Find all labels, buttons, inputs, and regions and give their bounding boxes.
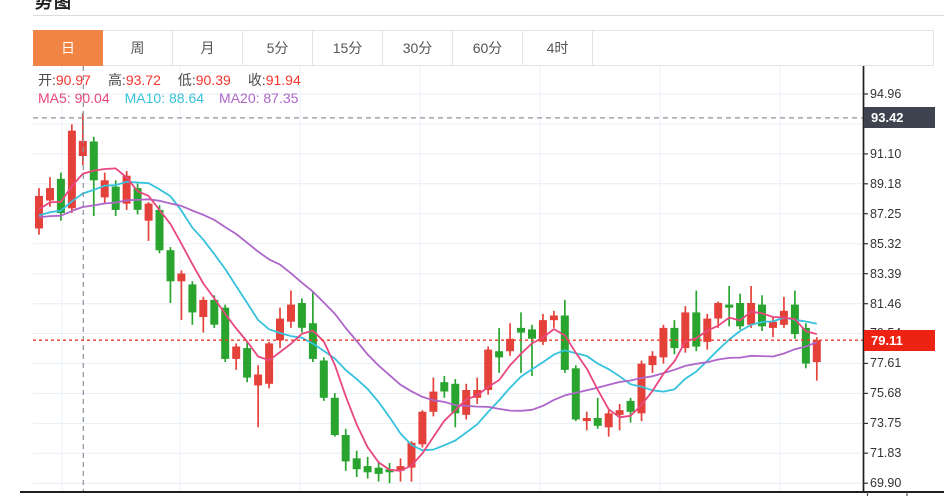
candle-body bbox=[177, 274, 185, 282]
price-tick-label: 83.39 bbox=[870, 266, 901, 282]
tab-4hour[interactable]: 4时 bbox=[523, 30, 593, 66]
ohlc-open: 开:90.97 bbox=[38, 70, 91, 90]
candle-body bbox=[495, 351, 503, 357]
candle-body bbox=[35, 196, 43, 229]
ma10-readout: MA10: 88.64 bbox=[125, 90, 204, 106]
candle-body bbox=[649, 356, 657, 365]
price-tick-label: 85.32 bbox=[870, 236, 901, 252]
candle-body bbox=[276, 319, 284, 341]
tabbar-filler bbox=[593, 30, 934, 66]
candle-body bbox=[605, 413, 613, 427]
ma5-readout: MA5: 90.04 bbox=[38, 90, 110, 106]
candle-body bbox=[309, 323, 317, 359]
candle-body bbox=[714, 303, 722, 319]
tab-30min[interactable]: 30分 bbox=[383, 30, 453, 66]
price-tick-label: 87.25 bbox=[870, 206, 901, 222]
candle-body bbox=[561, 316, 569, 370]
high-label: 高: bbox=[108, 72, 126, 88]
ma5-label: MA5: bbox=[38, 90, 71, 106]
candle-body bbox=[659, 328, 667, 358]
ohlc-high: 高:93.72 bbox=[108, 70, 161, 90]
candle-body bbox=[156, 210, 164, 250]
tab-60min[interactable]: 60分 bbox=[453, 30, 523, 66]
ma20-readout: MA20: 87.35 bbox=[219, 90, 298, 106]
candle-body bbox=[429, 392, 437, 412]
candle-body bbox=[331, 398, 339, 435]
candle-body bbox=[320, 361, 328, 398]
price-tick-label: 69.90 bbox=[870, 475, 901, 491]
candle-body bbox=[243, 348, 251, 378]
candle-body bbox=[298, 303, 306, 328]
low-value: 90.39 bbox=[196, 72, 231, 88]
candle-body bbox=[145, 204, 153, 221]
candle-body bbox=[90, 142, 98, 181]
high-value: 93.72 bbox=[126, 72, 161, 88]
candle-body bbox=[342, 435, 350, 461]
candle-body bbox=[670, 328, 678, 348]
candle-body bbox=[517, 328, 525, 333]
low-label: 低: bbox=[178, 72, 196, 88]
candle-body bbox=[594, 418, 602, 426]
candle-body bbox=[550, 316, 558, 321]
price-tick-label: 89.18 bbox=[870, 176, 901, 192]
candle-body bbox=[725, 305, 733, 308]
candle-body bbox=[265, 343, 273, 383]
open-value: 90.97 bbox=[56, 72, 91, 88]
candle-body bbox=[287, 305, 295, 322]
candle-body bbox=[769, 322, 777, 328]
candle-body bbox=[188, 284, 196, 312]
ohlc-close: 收:91.94 bbox=[248, 70, 301, 90]
ma20-value: 87.35 bbox=[263, 90, 298, 106]
page-title: 势图 bbox=[35, 0, 73, 13]
current-price-label: 79.11 bbox=[864, 330, 935, 351]
candle-body bbox=[68, 131, 76, 209]
candle-body bbox=[167, 250, 175, 281]
ma10-label: MA10: bbox=[125, 90, 165, 106]
tab-month[interactable]: 月 bbox=[173, 30, 243, 66]
candle-body bbox=[232, 347, 240, 359]
candle-body bbox=[353, 458, 361, 469]
ma5-value: 90.04 bbox=[75, 90, 110, 106]
ma-readout: MA5: 90.04 MA10: 88.64 MA20: 87.35 bbox=[38, 90, 298, 106]
price-tick-label: 91.10 bbox=[870, 146, 901, 162]
candle-body bbox=[484, 350, 492, 390]
ma10-value: 88.64 bbox=[169, 90, 204, 106]
candle-body bbox=[112, 187, 120, 210]
candle-body bbox=[440, 382, 448, 391]
price-tick-label: 75.68 bbox=[870, 385, 901, 401]
candle-body bbox=[583, 418, 591, 421]
page-title-clip: 势图 bbox=[0, 0, 240, 13]
ohlc-readout: 开:90.97 高:93.72 低:90.39 收:91.94 bbox=[38, 70, 301, 90]
ma20-label: MA20: bbox=[219, 90, 259, 106]
tab-day[interactable]: 日 bbox=[33, 30, 103, 66]
price-tick-label: 94.96 bbox=[870, 86, 901, 102]
candle-body bbox=[627, 401, 635, 412]
header-divider bbox=[33, 15, 944, 16]
candle-body bbox=[101, 180, 109, 197]
tab-week[interactable]: 周 bbox=[103, 30, 173, 66]
timeframe-tabs: 日 周 月 5分 15分 30分 60分 4时 bbox=[33, 30, 934, 66]
price-tick-label: 71.83 bbox=[870, 445, 901, 461]
price-tick-label: 81.46 bbox=[870, 296, 901, 312]
candle-body bbox=[375, 468, 383, 474]
crosshair-price-label: 93.42 bbox=[864, 107, 935, 128]
candle-body bbox=[364, 466, 372, 472]
candle-body bbox=[736, 303, 744, 326]
candle-body bbox=[692, 312, 700, 346]
candle-body bbox=[451, 384, 459, 414]
tab-15min[interactable]: 15分 bbox=[313, 30, 383, 66]
candle-body bbox=[46, 188, 54, 200]
candle-body bbox=[418, 412, 426, 445]
candle-body bbox=[199, 300, 207, 317]
tab-5min[interactable]: 5分 bbox=[243, 30, 313, 66]
price-tick-label: 77.61 bbox=[870, 355, 901, 371]
close-label: 收: bbox=[248, 72, 266, 88]
price-tick-label: 73.75 bbox=[870, 415, 901, 431]
trading-chart-page: 势图 日 周 月 5分 15分 30分 60分 4时 开:90.97 高:93.… bbox=[0, 0, 944, 498]
open-label: 开: bbox=[38, 72, 56, 88]
ohlc-low: 低:90.39 bbox=[178, 70, 231, 90]
candle-body bbox=[528, 329, 536, 338]
close-value: 91.94 bbox=[266, 72, 301, 88]
candle-body bbox=[254, 375, 262, 386]
